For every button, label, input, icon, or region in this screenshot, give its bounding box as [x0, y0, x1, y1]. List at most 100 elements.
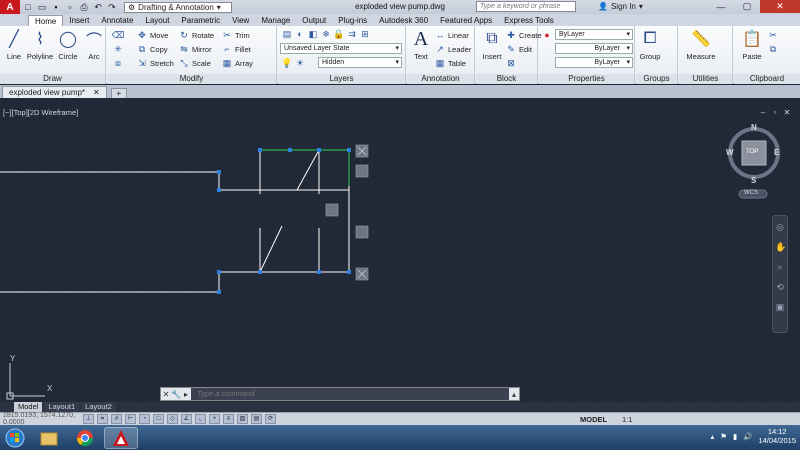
modify-panel-title[interactable]: Modify: [107, 74, 276, 84]
ribbon-tab-view[interactable]: View: [226, 15, 255, 26]
cut-button[interactable]: ✂: [768, 29, 778, 41]
copy-button[interactable]: ⧉ Copy: [137, 43, 168, 55]
history-icon[interactable]: ▸: [181, 390, 191, 399]
trim-button[interactable]: ✂ Trim: [222, 29, 250, 41]
current-layer-dropdown[interactable]: Hidden: [318, 57, 402, 68]
new-file-icon[interactable]: □: [22, 1, 34, 13]
object-snap-tracking-icon[interactable]: ∠: [181, 414, 192, 424]
layout-tab-model[interactable]: Model: [14, 402, 43, 412]
tray-arrow-icon[interactable]: ▴: [710, 432, 714, 441]
snap-mode-icon[interactable]: ⌗: [97, 414, 108, 424]
viewport-minimize-button[interactable]: –: [758, 108, 768, 118]
properties-panel-title[interactable]: Properties: [539, 74, 634, 84]
flag-icon[interactable]: ⚑: [720, 432, 727, 441]
ribbon-tab-layout[interactable]: Layout: [139, 15, 175, 26]
circle-tool-button[interactable]: ◯ Circle: [54, 28, 82, 61]
workspace-dropdown[interactable]: ⚙ Drafting & Annotation ▾: [124, 1, 232, 13]
rotate-button[interactable]: ↻ Rotate: [179, 29, 214, 41]
erase-icon-button[interactable]: ⌫: [112, 29, 125, 41]
groups-panel-title[interactable]: Groups: [636, 74, 677, 84]
stretch-button[interactable]: ⇲ Stretch: [137, 57, 174, 69]
orbit-icon[interactable]: ⟲: [775, 282, 785, 292]
autocad-taskbar-icon[interactable]: [104, 426, 138, 449]
transparency-icon[interactable]: ▧: [237, 414, 248, 424]
layer-walk-icon[interactable]: ⊞: [360, 29, 370, 39]
arc-tool-button[interactable]: ⌒ Arc: [80, 28, 108, 61]
grid-display-icon[interactable]: #: [111, 414, 122, 424]
move-button[interactable]: ✥ Move: [137, 29, 168, 41]
ribbon-tab-home[interactable]: Home: [28, 15, 64, 26]
infer-constraints-icon[interactable]: ⊥: [83, 414, 94, 424]
steering-wheel-icon[interactable]: ◎: [775, 222, 785, 232]
close-command-line-icon[interactable]: ✕: [161, 390, 171, 399]
paste-button[interactable]: 📋 Paste: [738, 28, 766, 61]
layers-panel-title[interactable]: Layers: [278, 74, 405, 84]
undo-icon[interactable]: ↶: [92, 1, 104, 13]
customize-icon[interactable]: 🔧: [171, 390, 181, 399]
clipboard-panel-title[interactable]: Clipboard: [734, 74, 800, 84]
drawing-canvas[interactable]: N S E W TOP WCS Y X [−][Top][2D Wirefram…: [0, 98, 800, 402]
command-chevron-icon[interactable]: ▴: [509, 390, 519, 399]
ribbon-tab-manage[interactable]: Manage: [255, 15, 296, 26]
layer-isolate-icon[interactable]: ◧: [308, 29, 318, 39]
open-file-icon[interactable]: ▭: [36, 1, 48, 13]
dynamic-input-icon[interactable]: +: [209, 414, 220, 424]
array-button[interactable]: ▦ Array: [222, 57, 253, 69]
group-button[interactable]: ⧠ Group: [636, 28, 664, 61]
block-panel-title[interactable]: Block: [476, 74, 537, 84]
polar-tracking-icon[interactable]: ◔: [139, 414, 150, 424]
text-tool-button[interactable]: A Text: [407, 28, 435, 62]
ribbon-tab-autodesk-360[interactable]: Autodesk 360: [373, 15, 434, 26]
line-tool-button[interactable]: ╱ Line: [0, 28, 28, 61]
viewport-close-button[interactable]: ✕: [782, 108, 792, 118]
layer-properties-icon[interactable]: ▤: [282, 29, 292, 39]
mirror-button[interactable]: ⇋ Mirror: [179, 43, 211, 55]
ucs-dynamic-icon[interactable]: ⌞: [195, 414, 206, 424]
ribbon-tab-parametric[interactable]: Parametric: [175, 15, 226, 26]
measure-button[interactable]: 📏 Measure: [683, 28, 719, 61]
polyline-tool-button[interactable]: ⌇ Polyline: [26, 28, 54, 61]
save-as-icon[interactable]: ▫: [64, 1, 76, 13]
utilities-panel-title[interactable]: Utilities: [679, 74, 732, 84]
network-icon[interactable]: ▮: [733, 432, 737, 441]
selection-cycling-icon[interactable]: ⟳: [265, 414, 276, 424]
ortho-mode-icon[interactable]: ⊢: [125, 414, 136, 424]
model-space-toggle[interactable]: MODEL: [580, 415, 607, 424]
explode-icon-button[interactable]: ✳: [113, 43, 123, 55]
new-tab-button[interactable]: +: [110, 88, 127, 98]
close-tab-icon[interactable]: ✕: [93, 87, 100, 99]
scale-button[interactable]: ⤡ Scale: [179, 57, 210, 69]
sign-in-button[interactable]: 👤 Sign In ▾: [598, 2, 643, 11]
linetype-dropdown[interactable]: ByLayer: [555, 43, 633, 54]
search-input[interactable]: Type a keyword or phrase: [476, 1, 576, 12]
layer-state-dropdown[interactable]: Unsaved Layer State: [280, 43, 402, 54]
ribbon-tab-insert[interactable]: Insert: [63, 15, 95, 26]
minimize-button[interactable]: —: [708, 0, 734, 13]
start-button[interactable]: [0, 425, 30, 450]
block-attribute-button[interactable]: ⊠: [506, 57, 516, 69]
clock[interactable]: 14:12 14/04/2015: [758, 427, 796, 445]
table-button[interactable]: ▦ Table: [435, 57, 466, 69]
quick-properties-icon[interactable]: ▤: [251, 414, 262, 424]
lineweight-dropdown[interactable]: ByLayer: [555, 57, 633, 68]
leader-button[interactable]: ↗ Leader: [435, 43, 471, 55]
viewport-restore-button[interactable]: ▫: [770, 108, 780, 118]
edit-block-button[interactable]: ✎ Edit: [506, 43, 532, 55]
showmotion-icon[interactable]: ▣: [775, 302, 785, 312]
lineweight-icon[interactable]: ≡: [223, 414, 234, 424]
viewcube-face-top[interactable]: TOP: [746, 149, 758, 155]
ribbon-tab-featured-apps[interactable]: Featured Apps: [434, 15, 498, 26]
layer-off-icon[interactable]: ◐: [295, 29, 305, 39]
redo-icon[interactable]: ↷: [106, 1, 118, 13]
viewport-controls-label[interactable]: [−][Top][2D Wireframe]: [3, 108, 78, 117]
zoom-icon[interactable]: ⌕: [775, 262, 785, 272]
file-tab[interactable]: exploded view pump* ✕: [2, 86, 107, 98]
annotation-scale[interactable]: 1:1: [622, 415, 632, 424]
command-input[interactable]: [191, 388, 509, 400]
layout-tab-layout2[interactable]: Layout2: [81, 402, 116, 412]
layer-lock-icon[interactable]: 🔒: [333, 29, 344, 39]
fillet-button[interactable]: ⌐ Fillet: [222, 43, 250, 55]
color-dropdown[interactable]: ByLayer: [555, 29, 633, 40]
layout-tab-layout1[interactable]: Layout1: [44, 402, 80, 412]
copy-clip-button[interactable]: ⧉: [768, 43, 778, 55]
